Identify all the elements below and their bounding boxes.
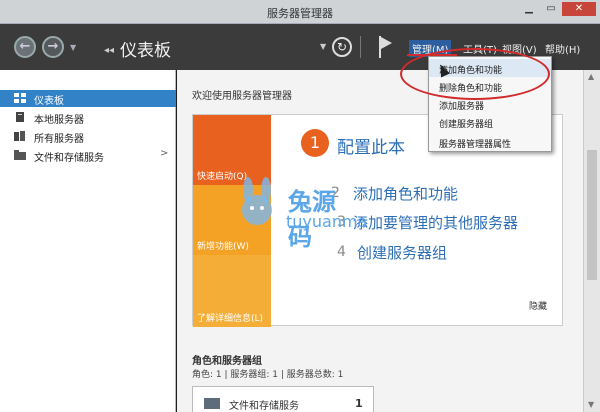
sidebar-item-label: 所有服务器 (34, 134, 84, 145)
file-storage-icon (14, 150, 26, 160)
folder-icon (204, 398, 220, 409)
breadcrumb: ◂◂ 仪表板 (104, 36, 171, 61)
step-create-group-link[interactable]: 创建服务器组 (357, 242, 447, 263)
watermark: 兔源码 tuyuanma (232, 168, 367, 251)
tile-label: 了解详细信息(L) (197, 314, 264, 324)
role-card-count: 1 (355, 397, 363, 410)
close-button[interactable]: ✕ (562, 2, 596, 16)
sidebar-item-label: 本地服务器 (34, 115, 84, 126)
bunny-logo-icon (242, 177, 272, 225)
menu-item-label: 创建服务器组 (439, 120, 494, 130)
sidebar-item-all-servers[interactable]: 所有服务器 (0, 128, 176, 145)
menu-item-label: 服务器管理器属性 (439, 140, 512, 150)
scroll-up-icon[interactable]: ▲ (588, 72, 594, 81)
notifications-flag-icon[interactable] (378, 36, 394, 58)
sidebar-item-label: 文件和存储服务 (34, 153, 104, 164)
menu-help[interactable]: 帮助(H) (545, 41, 580, 56)
sidebar-item-file-storage[interactable]: 文件和存储服务 > (0, 147, 176, 164)
scroll-down-icon[interactable]: ▼ (588, 400, 594, 409)
expand-chevron-icon[interactable]: > (160, 148, 168, 159)
toolbar-divider (360, 36, 361, 58)
role-card-file-storage[interactable]: 文件和存储服务 1 (192, 386, 374, 412)
minimize-button[interactable]: ▁ (522, 2, 536, 16)
sidebar-item-local-server[interactable]: 本地服务器 (0, 109, 176, 126)
welcome-heading: 欢迎使用服务器管理器 (192, 91, 292, 102)
menu-item-remove-roles[interactable]: 删除角色和功能 (429, 77, 551, 95)
menu-tools[interactable]: 工具(T) (463, 41, 497, 56)
hide-link[interactable]: 隐藏 (529, 299, 547, 312)
refresh-dropdown-icon[interactable]: ▼ (320, 42, 326, 51)
sidebar-item-dashboard[interactable]: 仪表板 (0, 90, 176, 107)
step-number: 1 (301, 129, 329, 157)
refresh-icon[interactable]: ↻ (332, 37, 352, 57)
menu-item-label: 删除角色和功能 (439, 84, 503, 94)
breadcrumb-label: 仪表板 (120, 41, 172, 61)
maximize-button[interactable]: ▭ (544, 2, 558, 16)
title-bar: 服务器管理器 ▁ ▭ ✕ (0, 0, 600, 24)
roles-summary: 角色: 1 | 服务器组: 1 | 服务器总数: 1 (192, 370, 344, 380)
menu-view[interactable]: 视图(V) (502, 41, 537, 56)
server-icon (14, 112, 26, 122)
watermark-subtitle: tuyuanma (286, 212, 368, 231)
sidebar: 仪表板 本地服务器 所有服务器 文件和存储服务 > (0, 70, 176, 412)
tile-learn-more[interactable]: 了解详细信息(L) (193, 255, 271, 327)
scroll-thumb[interactable] (587, 150, 597, 280)
role-card-title: 文件和存储服务 (229, 401, 299, 412)
back-button[interactable]: ← (14, 36, 36, 58)
window-title: 服务器管理器 (267, 7, 333, 20)
breadcrumb-chevron-icon: ◂◂ (104, 45, 115, 56)
sidebar-item-label: 仪表板 (34, 96, 64, 107)
menu-item-label: 添加服务器 (439, 102, 485, 112)
step-add-servers-link[interactable]: 添加要管理的其他服务器 (353, 212, 518, 233)
roles-section-title: 角色和服务器组 (192, 356, 262, 367)
menu-item-add-servers[interactable]: 添加服务器 (429, 95, 551, 113)
dashboard-icon (14, 93, 26, 103)
servers-icon (14, 131, 26, 141)
menu-item-create-group[interactable]: 创建服务器组 (429, 113, 551, 131)
forward-button[interactable]: → (42, 36, 64, 58)
menu-item-properties[interactable]: 服务器管理器属性 (429, 133, 551, 151)
step-configure-link[interactable]: 配置此本 (337, 133, 405, 158)
vertical-scrollbar[interactable]: ▲ ▼ (583, 70, 600, 412)
annotation-underline (407, 54, 457, 56)
history-dropdown-icon[interactable]: ▼ (70, 43, 76, 52)
step-add-roles-link[interactable]: 添加角色和功能 (353, 183, 458, 204)
